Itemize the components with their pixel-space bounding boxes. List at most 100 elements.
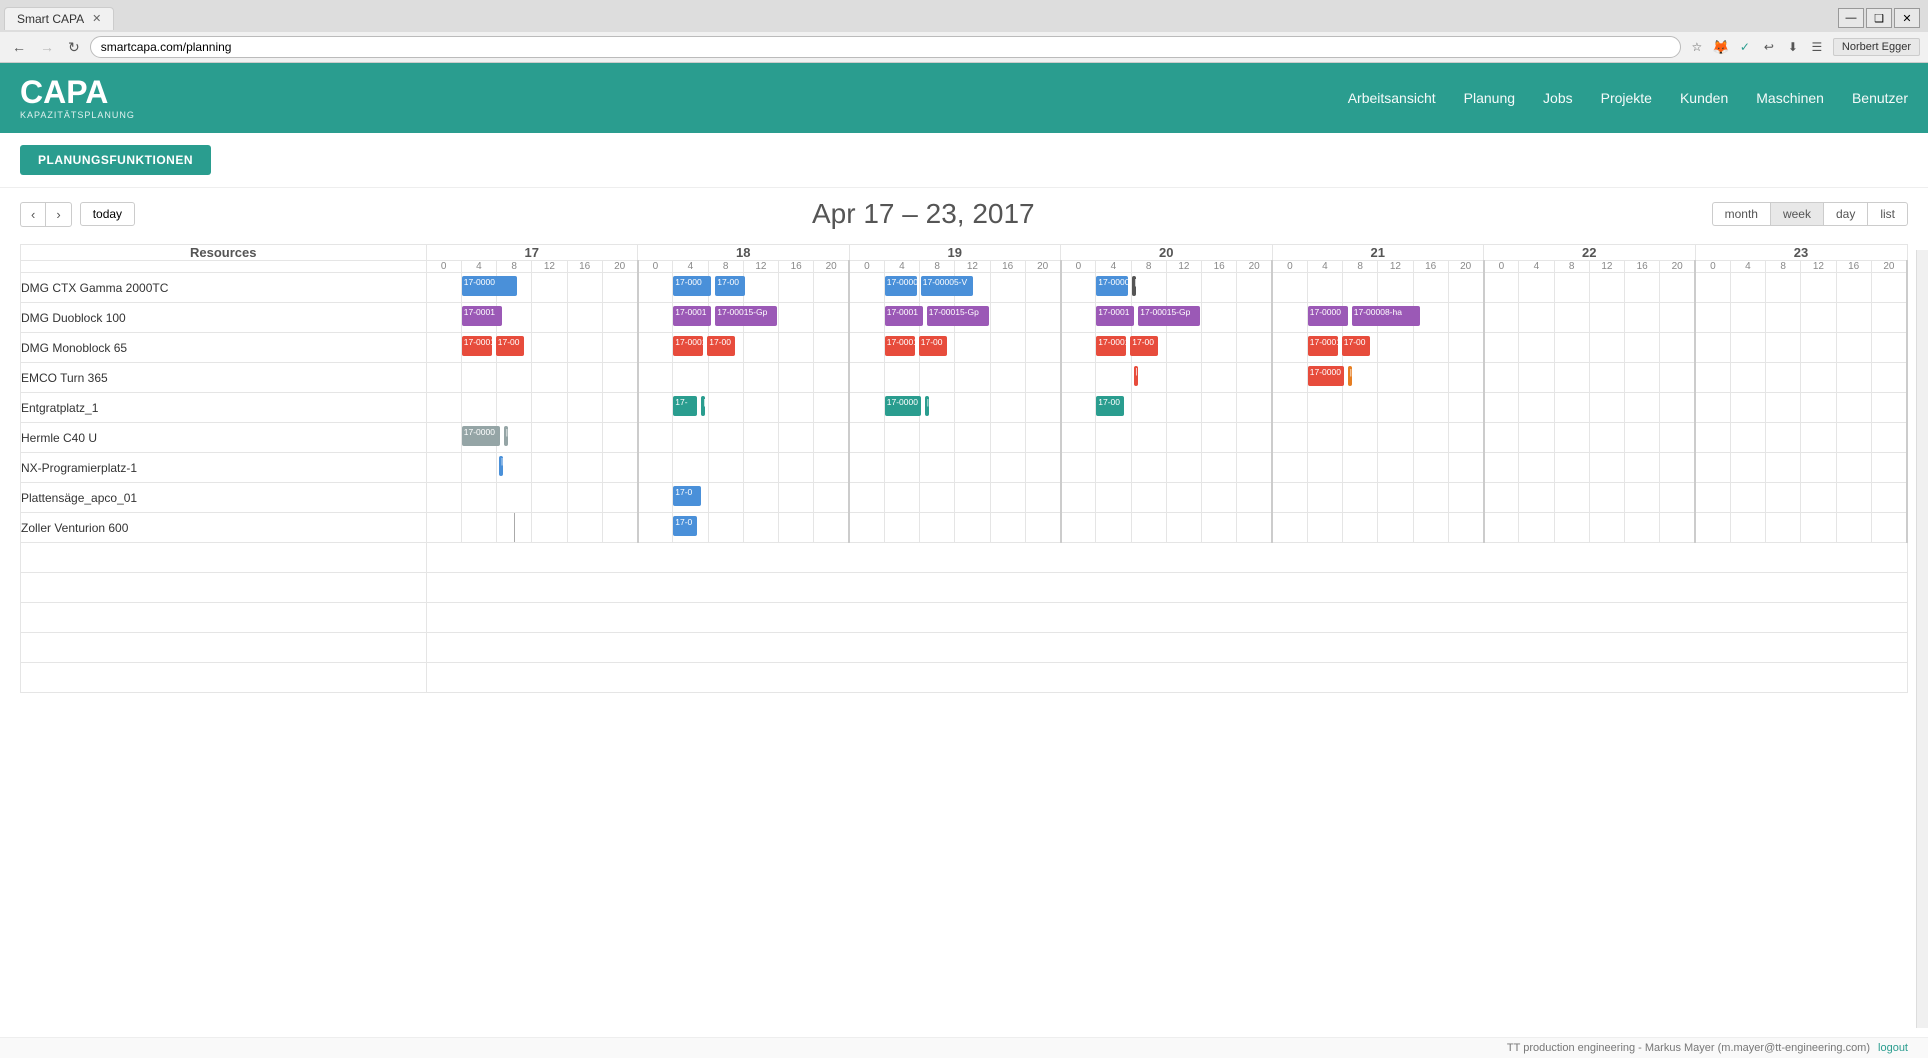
- slot: [1413, 483, 1448, 513]
- event-block[interactable]: 17-00: [1130, 336, 1158, 356]
- event-block[interactable]: 17-0001: [1308, 336, 1338, 356]
- h22-16: 16: [1625, 261, 1660, 273]
- event-block[interactable]: 17-00015-Gp: [715, 306, 777, 326]
- slot: [638, 513, 673, 543]
- nav-maschinen[interactable]: Maschinen: [1756, 90, 1824, 106]
- slot: [1484, 483, 1519, 513]
- event-block[interactable]: 17-0000: [462, 276, 517, 296]
- event-block[interactable]: |: [1348, 366, 1352, 386]
- slot: [849, 513, 884, 543]
- forward-button[interactable]: →: [36, 37, 58, 57]
- event-block[interactable]: |: [504, 426, 508, 446]
- close-window-button[interactable]: ✕: [1894, 8, 1920, 28]
- h18-0: 0: [638, 261, 673, 273]
- nav-benutzer[interactable]: Benutzer: [1852, 90, 1908, 106]
- today-button[interactable]: today: [80, 202, 135, 226]
- event-block[interactable]: |: [499, 456, 503, 476]
- event-block[interactable]: 17-00: [496, 336, 524, 356]
- day-view-button[interactable]: day: [1823, 202, 1867, 226]
- event-block[interactable]: 17-0001: [1096, 336, 1126, 356]
- slot: [1307, 483, 1342, 513]
- event-block[interactable]: 17-0: [673, 486, 701, 506]
- nav-arbeitsansicht[interactable]: Arbeitsansicht: [1348, 90, 1436, 106]
- nav-kunden[interactable]: Kunden: [1680, 90, 1728, 106]
- event-block[interactable]: 17-00: [919, 336, 947, 356]
- slot: [1695, 423, 1730, 453]
- user-badge[interactable]: Norbert Egger: [1833, 38, 1920, 56]
- maximize-button[interactable]: ❑: [1866, 8, 1892, 28]
- slot: [461, 453, 496, 483]
- event-block[interactable]: |: [1134, 366, 1138, 386]
- event-block[interactable]: 17-0000: [462, 426, 500, 446]
- event-block[interactable]: 17-0001: [885, 336, 915, 356]
- slot: [1166, 453, 1201, 483]
- event-block[interactable]: 17-0001: [462, 336, 492, 356]
- h23-16: 16: [1836, 261, 1871, 273]
- slot: [1096, 513, 1131, 543]
- menu-icon[interactable]: ☰: [1807, 37, 1827, 57]
- event-block[interactable]: 17-00: [707, 336, 735, 356]
- slot: [1131, 393, 1166, 423]
- slot: [990, 333, 1025, 363]
- tab-close-icon[interactable]: ✕: [92, 12, 101, 25]
- event-block[interactable]: 17-0001: [673, 336, 703, 356]
- slot: [1413, 273, 1448, 303]
- nav-planung[interactable]: Planung: [1464, 90, 1515, 106]
- reload-button[interactable]: ↻: [64, 37, 84, 58]
- event-block[interactable]: 17-0000: [1096, 276, 1128, 296]
- slot: 17-0000 |: [1096, 273, 1131, 303]
- event-block[interactable]: 17-00015-Gp: [927, 306, 989, 326]
- day-20-header: 20: [1061, 245, 1273, 261]
- list-view-button[interactable]: list: [1867, 202, 1908, 226]
- h22-8: 8: [1554, 261, 1589, 273]
- event-block[interactable]: 17-0000: [1308, 306, 1348, 326]
- slot: [1448, 393, 1483, 423]
- event-block[interactable]: 17-0000: [885, 396, 921, 416]
- nav-jobs[interactable]: Jobs: [1543, 90, 1573, 106]
- prev-period-button[interactable]: ‹: [20, 202, 45, 227]
- planning-functions-button[interactable]: PLANUNGSFUNKTIONEN: [20, 145, 211, 175]
- slot: [1448, 363, 1483, 393]
- logout-link[interactable]: logout: [1878, 1042, 1908, 1054]
- event-block[interactable]: 17-0000: [1308, 366, 1344, 386]
- slot: [1554, 363, 1589, 393]
- event-block[interactable]: 17-0000: [885, 276, 917, 296]
- back-button[interactable]: ←: [8, 37, 30, 57]
- month-view-button[interactable]: month: [1712, 202, 1770, 226]
- event-block[interactable]: 17-0001: [885, 306, 923, 326]
- scrollbar[interactable]: [1916, 250, 1928, 1028]
- event-block[interactable]: 17-000: [673, 276, 711, 296]
- schedule-table: Resources 17 18 19 20 21 22 23 0 4 8 12 …: [20, 244, 1908, 693]
- event-block[interactable]: 17-0001: [462, 306, 502, 326]
- event-block[interactable]: 17-00: [1096, 396, 1124, 416]
- slot: [1519, 273, 1554, 303]
- event-block[interactable]: 17-00005-V: [921, 276, 973, 296]
- event-block[interactable]: |: [701, 396, 705, 416]
- slot: [743, 453, 778, 483]
- next-period-button[interactable]: ›: [45, 202, 71, 227]
- slot: [743, 513, 778, 543]
- event-block[interactable]: 17-00015-Gp: [1138, 306, 1200, 326]
- star-icon[interactable]: ☆: [1687, 37, 1707, 57]
- event-block[interactable]: 17-0: [673, 516, 697, 536]
- slot: [1484, 363, 1519, 393]
- minimize-button[interactable]: —: [1838, 8, 1864, 28]
- event-block[interactable]: 17-0001: [1096, 306, 1134, 326]
- day-21-header: 21: [1272, 245, 1484, 261]
- slot: [602, 423, 637, 453]
- week-view-button[interactable]: week: [1770, 202, 1823, 226]
- slot: [814, 363, 849, 393]
- event-block[interactable]: |: [925, 396, 929, 416]
- url-bar[interactable]: [90, 36, 1681, 58]
- event-block[interactable]: 17-0001: [673, 306, 711, 326]
- slot: [814, 273, 849, 303]
- nav-projekte[interactable]: Projekte: [1601, 90, 1652, 106]
- event-block[interactable]: 17-00: [715, 276, 745, 296]
- download-icon[interactable]: ⬇: [1783, 37, 1803, 57]
- event-block[interactable]: 17-: [673, 396, 697, 416]
- event-block[interactable]: 17-00008-ha: [1352, 306, 1420, 326]
- browser-tab[interactable]: Smart CAPA ✕: [4, 7, 114, 30]
- event-block[interactable]: 17-00: [1342, 336, 1370, 356]
- table-row: Entgratplatz_1 17- |: [21, 393, 1908, 423]
- slot: [1131, 273, 1166, 303]
